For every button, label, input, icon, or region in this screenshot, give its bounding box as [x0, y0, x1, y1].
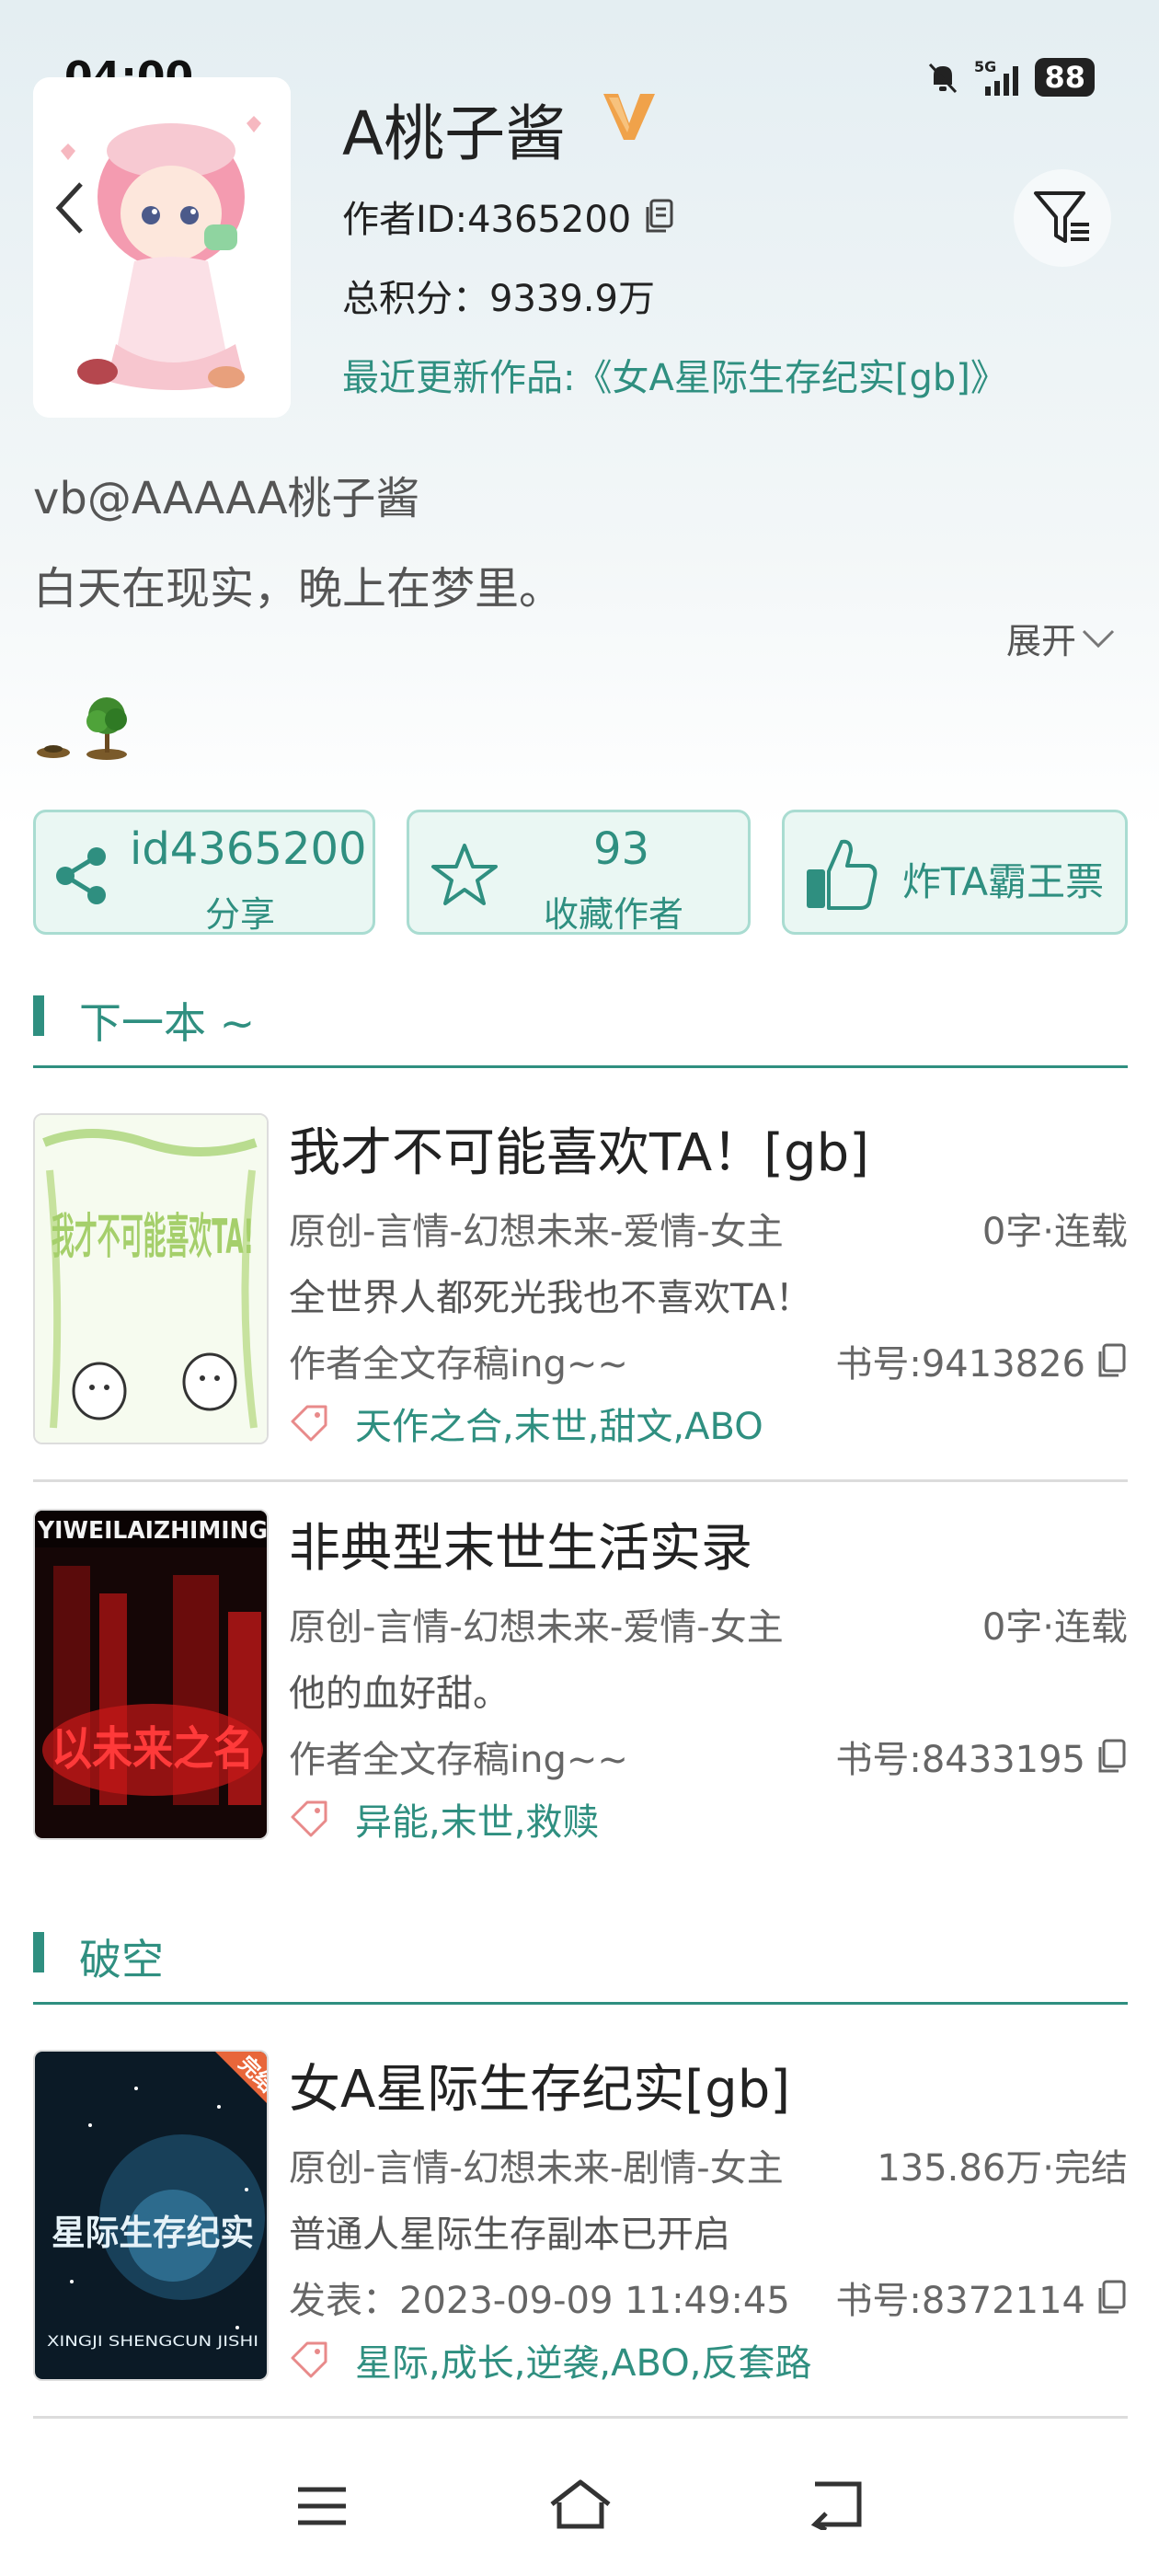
book-divider [33, 1479, 1128, 1482]
author-id: 作者ID:4365200 [342, 199, 632, 241]
book-number-row: 书号:8372114 [835, 2271, 1128, 2324]
book-tags-row: 星际,成长,逆袭,ABO,反套路 [289, 2333, 811, 2386]
tag-icon [291, 2341, 327, 2378]
book-number: 书号:8372114 [835, 2280, 1085, 2322]
book-status: 135.86万·完结 [877, 2147, 1128, 2190]
star-icon [431, 844, 498, 905]
book-tags-row: 天作之合,末世,甜文,ABO [289, 1397, 763, 1450]
book-note: 作者全文存稿ing~~ [289, 1739, 628, 1781]
section-title: 下一本 ~ [79, 998, 256, 1048]
favorite-author-button[interactable]: 93 收藏作者 [407, 810, 751, 935]
system-nav-bar [0, 2438, 1159, 2576]
favorite-count: 93 [593, 823, 650, 875]
home-icon[interactable] [548, 2478, 613, 2530]
book-number-row: 书号:8433195 [835, 1730, 1128, 1783]
share-button[interactable]: id4365200 分享 [33, 810, 375, 935]
expand-label: 展开 [1006, 621, 1077, 661]
cover-illustration: 完结 星际生存纪实 XINGJI SHENGCUN JISHI [35, 2052, 267, 2379]
tag-icon [291, 1405, 327, 1442]
battery-indicator: 88 [1035, 58, 1095, 97]
copy-icon[interactable] [642, 198, 675, 235]
menu-icon[interactable] [296, 2484, 348, 2528]
book-status: 0字·连载 [981, 1606, 1128, 1649]
cover-title: 星际生存纪实 [52, 2213, 254, 2253]
book-publish-date: 发表：2023-09-09 11:49:45 [289, 2280, 790, 2322]
section-title: 破空 [79, 1935, 164, 1984]
thumbs-up-icon [807, 839, 878, 910]
share-id: id4365200 [130, 823, 367, 875]
book-cover[interactable]: 我才不可能喜欢TA! [33, 1113, 269, 1444]
book-tags-row: 异能,末世,救赎 [289, 1792, 599, 1846]
share-label: 分享 [205, 894, 276, 935]
status-icons: 5G 88 [924, 57, 1095, 98]
bio-line-2: 白天在现实，晚上在梦里。 [33, 563, 564, 615]
book-status: 0字·连载 [981, 1211, 1128, 1253]
latest-work-link[interactable]: 最近更新作品:《女A星际生存纪实[gb]》 [342, 348, 1007, 401]
author-avatar[interactable] [33, 77, 291, 418]
copy-icon[interactable] [1095, 2279, 1128, 2316]
cover-title: 我才不可能喜欢TA! [52, 1210, 254, 1265]
avatar-illustration [33, 77, 291, 418]
favorite-label: 收藏作者 [544, 894, 684, 935]
signal-icon: 5G [974, 58, 1019, 96]
book-title[interactable]: 我才不可能喜欢TA！[gb] [289, 1111, 869, 1186]
bio-line-1: vb@AAAAA桃子酱 [33, 473, 420, 524]
book-title[interactable]: 非典型末世生活实录 [289, 1507, 752, 1581]
back-icon[interactable] [53, 180, 86, 236]
total-score: 总积分：9339.9万 [342, 278, 655, 320]
book-tags[interactable]: 异能,末世,救赎 [355, 1792, 599, 1846]
chevron-down-icon [1082, 629, 1115, 648]
section-marker [33, 995, 44, 1036]
book-tags[interactable]: 天作之合,末世,甜文,ABO [355, 1397, 763, 1450]
book-intro: 全世界人都死光我也不喜欢TA！ [289, 1277, 812, 1319]
book-intro: 普通人星际生存副本已开启 [289, 2214, 730, 2256]
expand-button[interactable]: 展开 [1006, 613, 1117, 663]
vote-button[interactable]: 炸TA霸王票 [782, 810, 1128, 935]
section-divider [33, 2002, 1128, 2005]
book-category: 原创-言情-幻想未来-爱情-女主 [289, 1211, 784, 1253]
vote-label: 炸TA霸王票 [902, 859, 1105, 904]
section-marker [33, 1932, 44, 1972]
share-icon [56, 847, 106, 904]
cover-top-text: YIWEILAIZHIMING [37, 1517, 268, 1545]
section-divider [33, 1065, 1128, 1068]
cover-illustration: 我才不可能喜欢TA! [35, 1115, 267, 1443]
mute-bell-icon [929, 63, 958, 94]
copy-icon[interactable] [1095, 1738, 1128, 1775]
author-name: A桃子酱 [342, 98, 567, 169]
copy-icon[interactable] [1095, 1342, 1128, 1379]
return-icon[interactable] [809, 2478, 865, 2530]
book-tags[interactable]: 星际,成长,逆袭,ABO,反套路 [355, 2333, 811, 2386]
filter-button[interactable] [1014, 169, 1111, 267]
book-number: 书号:8433195 [835, 1739, 1085, 1781]
book-title[interactable]: 女A星际生存纪实[gb] [289, 2048, 790, 2122]
book-cover[interactable]: YIWEILAIZHIMING 以未来之名 [33, 1509, 269, 1840]
cover-title: 以未来之名 [52, 1722, 254, 1776]
book-cover[interactable]: 完结 星际生存纪实 XINGJI SHENGCUN JISHI [33, 2050, 269, 2381]
vip-icon [603, 94, 655, 140]
book-note: 作者全文存稿ing~~ [289, 1343, 628, 1386]
book-category: 原创-言情-幻想未来-爱情-女主 [289, 1606, 784, 1649]
network-label: 5G [974, 58, 996, 75]
cover-illustration: YIWEILAIZHIMING 以未来之名 [35, 1511, 268, 1838]
book-category: 原创-言情-幻想未来-剧情-女主 [289, 2147, 784, 2190]
author-id-row: 作者ID:4365200 [342, 190, 675, 243]
cover-subtitle: XINGJI SHENGCUN JISHI [47, 2332, 258, 2350]
book-number-row: 书号:9413826 [835, 1334, 1128, 1387]
book-number: 书号:9413826 [835, 1343, 1085, 1386]
tag-icon [291, 1800, 327, 1837]
plant-icon [37, 697, 127, 760]
book-intro: 他的血好甜。 [289, 1673, 510, 1715]
filter-icon [1034, 191, 1089, 243]
book-divider [33, 2416, 1128, 2419]
